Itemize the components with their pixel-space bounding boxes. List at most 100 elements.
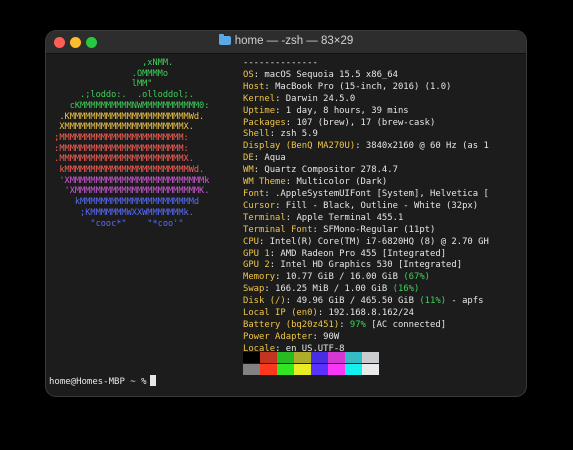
info-label: CPU	[243, 236, 260, 247]
info-colon: :	[259, 236, 270, 247]
color-swatch	[294, 352, 311, 363]
info-label: Disk (/)	[243, 296, 286, 307]
info-label: Memory	[243, 272, 276, 283]
info-value: 1 day, 8 hours, 39 mins	[285, 105, 409, 116]
info-row: WM: Quartz Compositor 278.4.7	[243, 165, 489, 177]
info-value: AMD Radeon Pro 455 [Integrated]	[280, 248, 447, 259]
color-swatch	[362, 364, 379, 375]
info-value: Intel(R) Core(TM) i7-6820HQ (8) @ 2.70 G…	[269, 236, 489, 247]
info-colon: :	[312, 331, 324, 342]
info-label: Local IP (en0)	[243, 308, 318, 319]
info-label: Display (BenQ MA270U)	[243, 141, 356, 152]
info-label: Font	[243, 188, 265, 199]
info-value: macOS Sequoia 15.5 x86_64	[264, 69, 398, 80]
info-value: Quartz Compositor 278.4.7	[264, 165, 398, 176]
logo-line: XMMMMMMMMMMMMMMMMMMMMMMMX.	[49, 122, 194, 133]
info-label: Cursor	[243, 200, 276, 211]
system-info: -------------- OS: macOS Sequoia 15.5 x86…	[243, 58, 489, 356]
info-colon: :	[285, 212, 297, 223]
info-suffix: - apfs	[446, 296, 484, 307]
shell-prompt[interactable]: home@Homes-MBP ~ %	[49, 375, 156, 387]
info-label: Battery (bq20z451)	[243, 319, 340, 330]
info-value: Fill - Black, Outline - White (32px)	[285, 200, 479, 211]
window-title-wrap: home — -zsh — 83×29	[46, 34, 526, 47]
info-colon: :	[275, 105, 286, 116]
info-label: Shell	[243, 129, 270, 140]
info-percent: (16%)	[392, 284, 420, 295]
info-row: Packages: 107 (brew), 17 (brew-cask)	[243, 118, 489, 130]
info-label: GPU 1	[243, 248, 270, 259]
info-value: MacBook Pro (15-inch, 2016) (1.0)	[275, 81, 452, 92]
logo-line: ;MMMMMMMMMMMMMMMMMMMMMMMM:	[49, 132, 189, 143]
info-value: 192.168.8.162/24	[328, 308, 415, 319]
title-bar[interactable]: home — -zsh — 83×29	[46, 31, 526, 54]
info-colon: :	[269, 260, 281, 271]
info-percent: (67%)	[403, 272, 431, 283]
info-label: Power Adapter	[243, 331, 313, 342]
apple-logo-ascii: ,xNMM. .OMMMMo lMM" .;loddo:. .olloddol;…	[49, 58, 209, 229]
info-row: DE: Aqua	[243, 153, 489, 165]
info-colon: :	[275, 93, 286, 104]
info-value: 49.96 GiB / 465.50 GiB	[296, 296, 420, 307]
info-colon: :	[269, 248, 281, 259]
info-colon: :	[264, 188, 276, 199]
info-percent: (11%)	[419, 296, 447, 307]
logo-line: .KMMMMMMMMMMMMMMMMMMMMMMMWd.	[49, 111, 205, 122]
info-value: Multicolor (Dark)	[296, 177, 388, 188]
color-swatch	[362, 352, 379, 363]
info-value: Darwin 24.5.0	[285, 93, 356, 104]
info-colon: :	[285, 296, 297, 307]
info-row: Local IP (en0): 192.168.8.162/24	[243, 308, 489, 320]
logo-line: ;KMMMMMMMWXXWMMMMMMMk.	[49, 207, 194, 218]
terminal-content[interactable]: ,xNMM. .OMMMMo lMM" .;loddo:. .olloddol;…	[46, 54, 526, 396]
info-colon: :	[285, 117, 297, 128]
logo-line: .;loddo:. .olloddol;.	[49, 90, 194, 101]
info-row: GPU 1: AMD Radeon Pro 455 [Integrated]	[243, 249, 489, 261]
folder-icon	[218, 34, 231, 45]
info-row: Terminal Font: SFMono-Regular (11pt)	[243, 225, 489, 237]
logo-line: :MMMMMMMMMMMMMMMMMMMMMMMM:	[49, 143, 189, 154]
info-row: Shell: zsh 5.9	[243, 129, 489, 141]
text-cursor	[149, 375, 156, 386]
info-value: SFMono-Regular (11pt)	[323, 224, 436, 235]
info-value: 3840x2160 @ 60 Hz (as 1	[365, 141, 489, 152]
info-row: Cursor: Fill - Black, Outline - White (3…	[243, 201, 489, 213]
color-swatch	[277, 364, 294, 375]
info-label: Swap	[243, 284, 265, 295]
info-label: OS	[243, 69, 254, 80]
info-label: Terminal	[243, 212, 286, 223]
color-swatch	[243, 352, 260, 363]
info-label: Packages	[243, 117, 286, 128]
info-colon: :	[312, 224, 324, 235]
info-value: 166.25 MiB / 1.00 GiB	[275, 284, 393, 295]
color-swatch	[345, 352, 362, 363]
info-row: Uptime: 1 day, 8 hours, 39 mins	[243, 106, 489, 118]
info-row: Font: .AppleSystemUIFont [System], Helve…	[243, 189, 489, 201]
info-percent: 97%	[349, 319, 366, 330]
info-label: WM	[243, 165, 254, 176]
color-swatch	[277, 352, 294, 363]
color-swatch	[260, 364, 277, 375]
info-value: 90W	[323, 331, 340, 342]
info-separator: --------------	[243, 58, 318, 68]
info-label: Terminal Font	[243, 224, 313, 235]
terminal-window: home — -zsh — 83×29 ,xNMM. .OMMMMo lMM" …	[46, 31, 526, 396]
info-colon: :	[253, 165, 265, 176]
logo-line: ,xNMM.	[49, 58, 174, 68]
info-value: 107 (brew), 17 (brew-cask)	[296, 117, 436, 128]
info-colon: :	[285, 177, 297, 188]
logo-line: 'XMMMMMMMMMMMMMMMMMMMMMMMMK.	[49, 186, 210, 197]
logo-line: .MMMMMMMMMMMMMMMMMMMMMMMMX.	[49, 154, 194, 165]
info-label: Kernel	[243, 93, 276, 104]
info-label: WM Theme	[243, 177, 286, 188]
info-label: GPU 2	[243, 260, 270, 271]
logo-line: kMMMMMMMMMMMMMMMMMMMMMMd	[49, 197, 200, 208]
logo-line: kMMMMMMMMMMMMMMMMMMMMMMMMWd.	[49, 165, 205, 176]
color-swatch	[328, 364, 345, 375]
color-swatch	[328, 352, 345, 363]
logo-line: "cooc*" "*coo'"	[49, 218, 184, 229]
info-colon: :	[253, 153, 265, 164]
info-colon: :	[253, 69, 265, 80]
color-swatch	[311, 364, 328, 375]
info-colon: :	[269, 129, 281, 140]
